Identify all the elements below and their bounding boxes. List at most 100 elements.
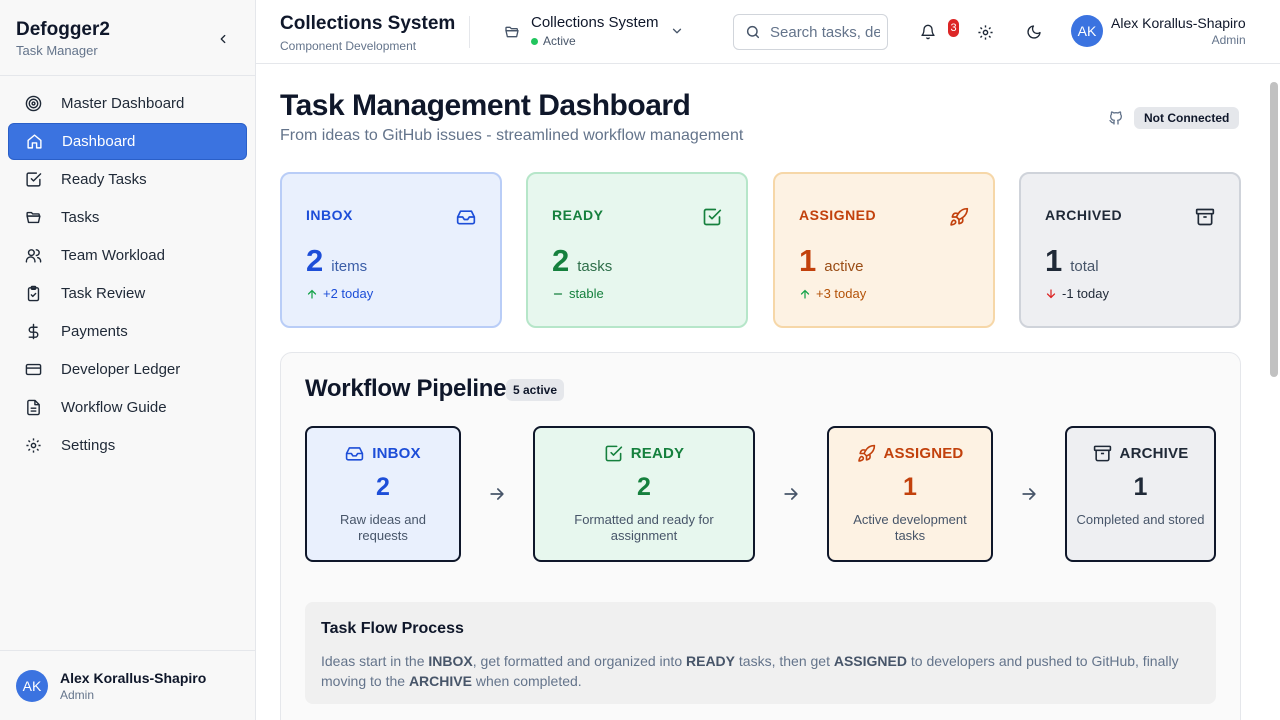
stat-card-assigned[interactable]: ASSIGNED 1 active +3 today (773, 172, 995, 328)
task-flow-process: Task Flow Process Ideas start in the INB… (305, 602, 1216, 704)
flow-keyword: READY (686, 653, 736, 669)
theme-toggle-button[interactable] (1024, 22, 1044, 42)
stat-trend-label: +3 today (816, 286, 867, 301)
main-content: Task Management Dashboard From ideas to … (256, 64, 1280, 720)
stat-value: 2 (552, 243, 570, 278)
arrow-down-icon (1046, 288, 1056, 298)
stat-unit: tasks (577, 258, 613, 275)
chevron-left-icon (220, 34, 226, 44)
header-subtitle: Component Development (280, 39, 417, 53)
sidebar-item-label: Payments (61, 323, 128, 340)
sidebar-nav: Master Dashboard Dashboard Ready Tasks T… (0, 76, 255, 464)
checkbox-icon (24, 171, 42, 189)
stat-trend: +3 today (799, 286, 866, 301)
scrollbar[interactable] (1270, 82, 1278, 377)
gear-icon (24, 437, 42, 455)
stat-card-archived[interactable]: ARCHIVED 1 total -1 today (1019, 172, 1241, 328)
avatar: AK (1071, 15, 1103, 47)
search-box[interactable] (733, 14, 888, 50)
sidebar-item-ready-tasks[interactable]: Ready Tasks (8, 161, 247, 198)
collapse-sidebar-button[interactable] (213, 29, 233, 49)
archive-icon (1093, 444, 1112, 463)
sidebar-item-dashboard[interactable]: Dashboard (8, 123, 247, 160)
stage-description: Raw ideas and requests (340, 512, 426, 543)
header-user-menu[interactable]: AK Alex Korallus-Shapiro Admin (1071, 15, 1246, 47)
stage-label: ASSIGNED (883, 445, 964, 462)
checkbox-icon (702, 207, 722, 227)
stage-value: 2 (637, 473, 651, 501)
project-selector[interactable]: Collections System Active (504, 14, 682, 50)
page-title: Task Management Dashboard (280, 89, 691, 122)
sidebar-item-label: Dashboard (62, 133, 136, 150)
project-status-label: Active (543, 34, 576, 48)
sidebar-item-label: Workflow Guide (61, 399, 167, 416)
header-divider (469, 16, 470, 48)
pipeline-badge: 5 active (506, 379, 565, 401)
stat-card-ready[interactable]: READY 2 tasks stable (526, 172, 748, 328)
archive-icon (1195, 207, 1215, 227)
user-role: Admin (60, 687, 95, 702)
brand-title: Defogger2 (16, 19, 110, 40)
arrow-up-icon (307, 289, 317, 299)
stat-trend: -1 today (1045, 286, 1109, 301)
users-icon (24, 247, 42, 265)
notification-badge: 3 (948, 19, 959, 37)
bell-icon (921, 24, 935, 40)
sidebar-item-tasks[interactable]: Tasks (8, 199, 247, 236)
header-title: Collections System (280, 13, 456, 34)
arrow-right-icon (1019, 484, 1039, 504)
project-status: Active (531, 34, 659, 48)
stat-value: 1 (799, 243, 817, 278)
inbox-icon (456, 207, 476, 227)
status-dot (531, 37, 538, 45)
sidebar-item-developer-ledger[interactable]: Developer Ledger (8, 351, 247, 388)
stat-trend-label: +2 today (323, 286, 374, 301)
arrow-right-icon (487, 484, 507, 504)
sidebar-item-team-workload[interactable]: Team Workload (8, 237, 247, 274)
flow-text: when completed. (471, 673, 582, 689)
search-input[interactable] (770, 23, 880, 41)
document-icon (24, 399, 42, 417)
flow-text: , get formatted and organized into (472, 653, 686, 669)
minus-icon (553, 292, 563, 295)
sidebar-item-label: Tasks (61, 209, 100, 226)
chevron-down-icon (670, 24, 684, 38)
inbox-icon (345, 444, 364, 463)
stage-assigned[interactable]: ASSIGNED 1 Active development tasks (827, 426, 993, 562)
user-role: Admin (1211, 33, 1246, 47)
stage-ready[interactable]: READY 2 Formatted and ready for assignme… (533, 426, 755, 562)
sidebar-item-workflow-guide[interactable]: Workflow Guide (8, 389, 247, 426)
user-name: Alex Korallus-Shapiro (60, 669, 207, 686)
sidebar-item-task-review[interactable]: Task Review (8, 275, 247, 312)
flow-text: Ideas start in the (321, 653, 429, 669)
flow-keyword: ARCHIVE (408, 673, 472, 689)
flow-description: Ideas start in the INBOX, get formatted … (321, 651, 1200, 691)
notifications-button[interactable] (918, 22, 938, 42)
stage-inbox[interactable]: INBOX 2 Raw ideas and requests (305, 426, 461, 562)
sidebar-item-settings[interactable]: Settings (8, 427, 247, 464)
folder-icon (504, 24, 522, 50)
github-status: Not Connected (1108, 107, 1240, 129)
target-icon (24, 95, 42, 113)
sidebar-item-payments[interactable]: Payments (8, 313, 247, 350)
stat-unit: items (331, 258, 368, 275)
sidebar-user[interactable]: AK Alex Korallus-Shapiro Admin (0, 650, 255, 720)
project-name: Collections System (531, 14, 659, 31)
clipboard-check-icon (24, 285, 42, 303)
folder-icon (24, 209, 42, 227)
stage-description: Completed and stored (1076, 512, 1205, 527)
stat-card-inbox[interactable]: INBOX 2 items +2 today (280, 172, 502, 328)
stat-trend-label: stable (569, 286, 604, 301)
brand: Defogger2 Task Manager (0, 0, 255, 76)
user-name: Alex Korallus-Shapiro (1111, 15, 1246, 31)
settings-button[interactable] (975, 22, 995, 42)
stage-description: Formatted and ready for assignment (574, 512, 714, 543)
stage-archive[interactable]: ARCHIVE 1 Completed and stored (1065, 426, 1216, 562)
sidebar-item-master-dashboard[interactable]: Master Dashboard (8, 85, 247, 122)
stat-unit: total (1070, 258, 1099, 275)
brand-subtitle: Task Manager (16, 43, 98, 58)
rocket-icon (949, 207, 969, 227)
search-icon (746, 25, 760, 39)
dollar-icon (24, 323, 42, 341)
arrow-right-icon (781, 484, 801, 504)
